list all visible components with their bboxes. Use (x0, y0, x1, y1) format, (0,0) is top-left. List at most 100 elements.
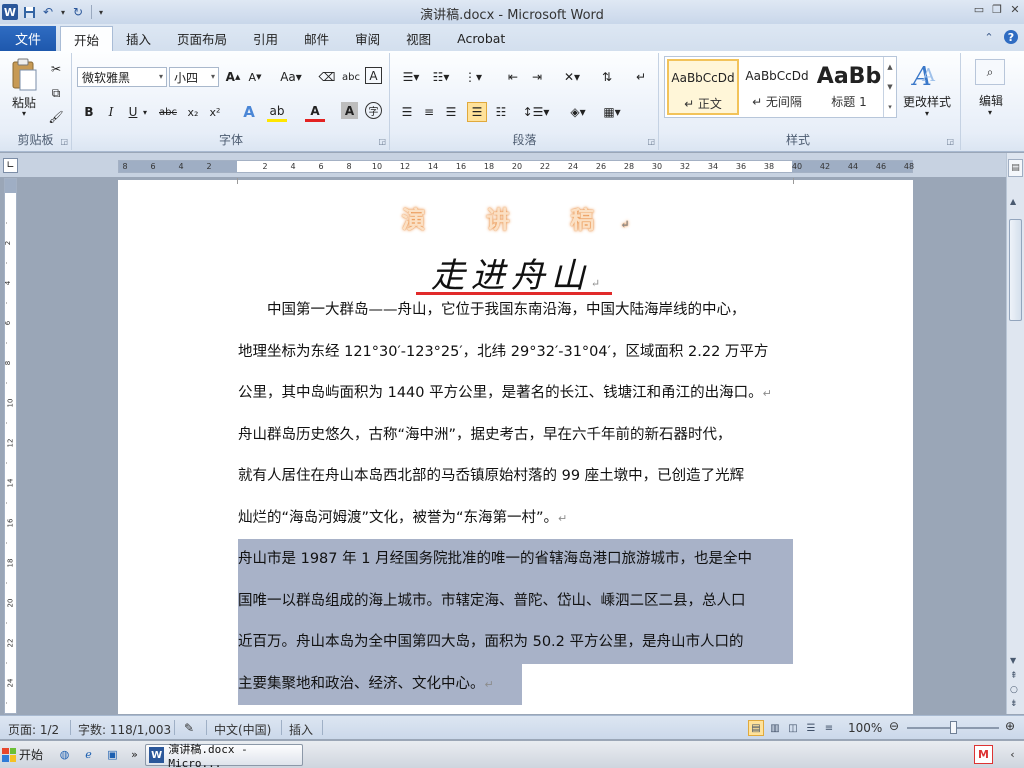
align-right-icon[interactable]: ☰ (441, 102, 461, 122)
phonetic-guide-icon[interactable]: abc (341, 67, 361, 87)
browse-object-icon[interactable]: ○ (1010, 685, 1018, 695)
zoom-in-icon[interactable]: ⊕ (1005, 719, 1015, 733)
subscript-icon[interactable]: x₂ (183, 102, 203, 122)
vertical-ruler[interactable]: · 2 · 4 · 6 · 8 · 10 · 12 · 14 · 16 · 18 · 20 · 22 · 24 · (3, 178, 17, 714)
ie-icon[interactable]: ℯ (80, 746, 97, 763)
styles-gallery-scroll[interactable]: ▲ ▼ ▾ (883, 57, 896, 117)
tab-file[interactable]: 文件 (0, 26, 56, 51)
paste-dropdown-icon[interactable]: ▾ (19, 109, 29, 118)
taskbar-item-word[interactable]: W 演讲稿.docx - Micro... (145, 743, 303, 768)
document-area[interactable]: 演 讲 稿↵ 走进舟山↵ 中国第一大群岛——舟山，它位于我国东南沿海，中国大陆海… (20, 178, 1006, 714)
insert-mode[interactable]: 插入 (289, 721, 313, 738)
tab-acrobat[interactable]: Acrobat (444, 26, 518, 51)
align-left-icon[interactable]: ☰ (397, 102, 417, 122)
italic-icon[interactable]: I (101, 102, 121, 122)
font-name-combo[interactable]: 微软雅黑 ▾ (77, 67, 167, 87)
zoom-slider-thumb[interactable] (950, 721, 957, 734)
start-button[interactable]: 开始 (2, 744, 50, 765)
font-size-combo[interactable]: 小四 ▾ (169, 67, 219, 87)
grow-font-icon[interactable]: A ▲ (223, 67, 243, 87)
full-screen-reading-icon[interactable]: ▥ (767, 720, 783, 736)
print-layout-icon[interactable]: ▤ (748, 720, 764, 736)
change-styles-label[interactable]: 更改样式 (898, 93, 956, 110)
page-count[interactable]: 页面: 1/2 (8, 721, 59, 738)
borders-icon[interactable]: ▦▾ (597, 102, 627, 122)
vertical-scrollbar[interactable]: ▤ ▲ ▼ ⇞ ○ ⇟ (1006, 153, 1024, 714)
view-ruler-icon[interactable]: ▤ (1008, 159, 1023, 177)
increase-indent-icon[interactable]: ⇥ (527, 67, 547, 87)
tray-app-icon[interactable]: M (974, 745, 993, 764)
multilevel-list-icon[interactable]: ⋮▾ (459, 67, 487, 87)
minimize-icon[interactable]: ▭ (972, 2, 986, 16)
style-heading-1[interactable]: AaBb 标题 1 (815, 59, 883, 115)
line-spacing-icon[interactable]: ↕☰▾ (523, 102, 550, 122)
numbering-icon[interactable]: ☷▾ (427, 67, 455, 87)
more-icon[interactable]: ▾ (888, 103, 892, 111)
zoom-level[interactable]: 100% (848, 721, 882, 735)
bullets-icon[interactable]: ☰▾ (397, 67, 425, 87)
web-layout-icon[interactable]: ◫ (785, 720, 801, 736)
next-page-icon[interactable]: ⇟ (1010, 699, 1018, 709)
styles-launcher-icon[interactable]: ◲ (946, 137, 954, 146)
cut-icon[interactable]: ✂ (46, 59, 66, 79)
sort-icon[interactable]: ⇅ (597, 67, 617, 87)
align-center-icon[interactable]: ≡ (419, 102, 439, 122)
chevron-down-icon[interactable]: ▼ (887, 83, 892, 91)
scroll-thumb[interactable] (1009, 219, 1022, 321)
editing-button-label[interactable]: 编辑 (965, 92, 1017, 109)
distributed-icon[interactable]: ☷ (491, 102, 511, 122)
document-page[interactable]: 演 讲 稿↵ 走进舟山↵ 中国第一大群岛——舟山，它位于我国东南沿海，中国大陆海… (118, 178, 913, 714)
shading-icon[interactable]: ◈▾ (563, 102, 593, 122)
tab-selector-icon[interactable]: ∟ (3, 158, 18, 173)
bold-icon[interactable]: B (79, 102, 99, 122)
justify-icon[interactable]: ☰ (467, 102, 487, 122)
clear-format-icon[interactable]: ⌫ (317, 67, 337, 87)
previous-page-icon[interactable]: ⇞ (1010, 671, 1018, 681)
clipboard-launcher-icon[interactable]: ◲ (60, 137, 68, 146)
chevron-up-icon[interactable]: ▲ (887, 63, 892, 71)
spell-check-icon[interactable]: ✎ (184, 721, 194, 735)
style-normal[interactable]: AaBbCcDd ↵ 正文 (667, 59, 739, 115)
outline-icon[interactable]: ☰ (803, 720, 819, 736)
editing-dropdown-icon[interactable]: ▾ (985, 108, 995, 117)
tab-insert[interactable]: 插入 (113, 26, 164, 51)
tab-mailings[interactable]: 邮件 (291, 26, 342, 51)
character-border-icon[interactable]: A (365, 67, 382, 84)
restore-icon[interactable]: ❐ (990, 2, 1004, 16)
text-effects-icon[interactable]: A (239, 102, 259, 122)
tray-expand-icon[interactable]: ‹ (1004, 746, 1021, 763)
paste-icon[interactable] (6, 55, 42, 95)
underline-dropdown-icon[interactable]: ▾ (143, 108, 147, 117)
copy-icon[interactable]: ⧉ (46, 83, 66, 103)
close-icon[interactable]: ✕ (1008, 2, 1022, 16)
paragraph-1[interactable]: 中国第一大群岛——舟山，它位于我国东南沿海，中国大陆海岸线的中心， 地理坐标为东… (238, 290, 793, 415)
show-marks-icon[interactable]: ↵ (631, 67, 651, 87)
chinese-layout-icon[interactable]: ✕▾ (559, 67, 585, 87)
character-shading-icon[interactable]: A (341, 102, 358, 119)
format-painter-icon[interactable]: 🖌 (46, 107, 66, 127)
style-no-spacing[interactable]: AaBbCcDd ↵ 无间隔 (741, 59, 813, 115)
highlight-icon[interactable]: ab (267, 102, 287, 122)
paragraph-3-selected[interactable]: 舟山市是 1987 年 1 月经国务院批准的唯一的省辖海岛港口旅游城市，也是全中… (238, 539, 793, 709)
strikethrough-icon[interactable]: abc (157, 102, 179, 122)
draft-icon[interactable]: ≡ (821, 720, 837, 736)
scroll-down-icon[interactable]: ▼ (1010, 656, 1016, 665)
decrease-indent-icon[interactable]: ⇤ (503, 67, 523, 87)
shrink-font-icon[interactable]: A ▼ (245, 67, 265, 87)
enclose-characters-icon[interactable]: 字 (365, 102, 382, 119)
tab-references[interactable]: 引用 (240, 26, 291, 51)
paragraph-2[interactable]: 舟山群岛历史悠久，古称“海中洲”，据史考古，早在六千年前的新石器时代， 就有人居… (238, 415, 793, 540)
font-launcher-icon[interactable]: ◲ (378, 137, 386, 146)
horizontal-ruler[interactable]: 8 6 4 2 2 4 6 8 10 12 14 16 18 20 22 24 26 28 30 32 34 36 38 40… (118, 160, 914, 173)
change-styles-dropdown-icon[interactable]: ▾ (922, 109, 932, 118)
tab-review[interactable]: 审阅 (342, 26, 393, 51)
tab-view[interactable]: 视图 (393, 26, 444, 51)
scroll-up-icon[interactable]: ▲ (1010, 197, 1016, 206)
quicklaunch-app-icon[interactable]: ▣ (104, 746, 121, 763)
superscript-icon[interactable]: x² (205, 102, 225, 122)
change-styles-icon[interactable]: AA (908, 57, 944, 91)
minimize-ribbon-icon[interactable]: ⌃ (982, 30, 996, 44)
help-icon[interactable]: ? (1004, 30, 1018, 44)
quicklaunch-browser-icon[interactable]: ◍ (56, 746, 73, 763)
font-color-icon[interactable]: A (305, 102, 325, 122)
